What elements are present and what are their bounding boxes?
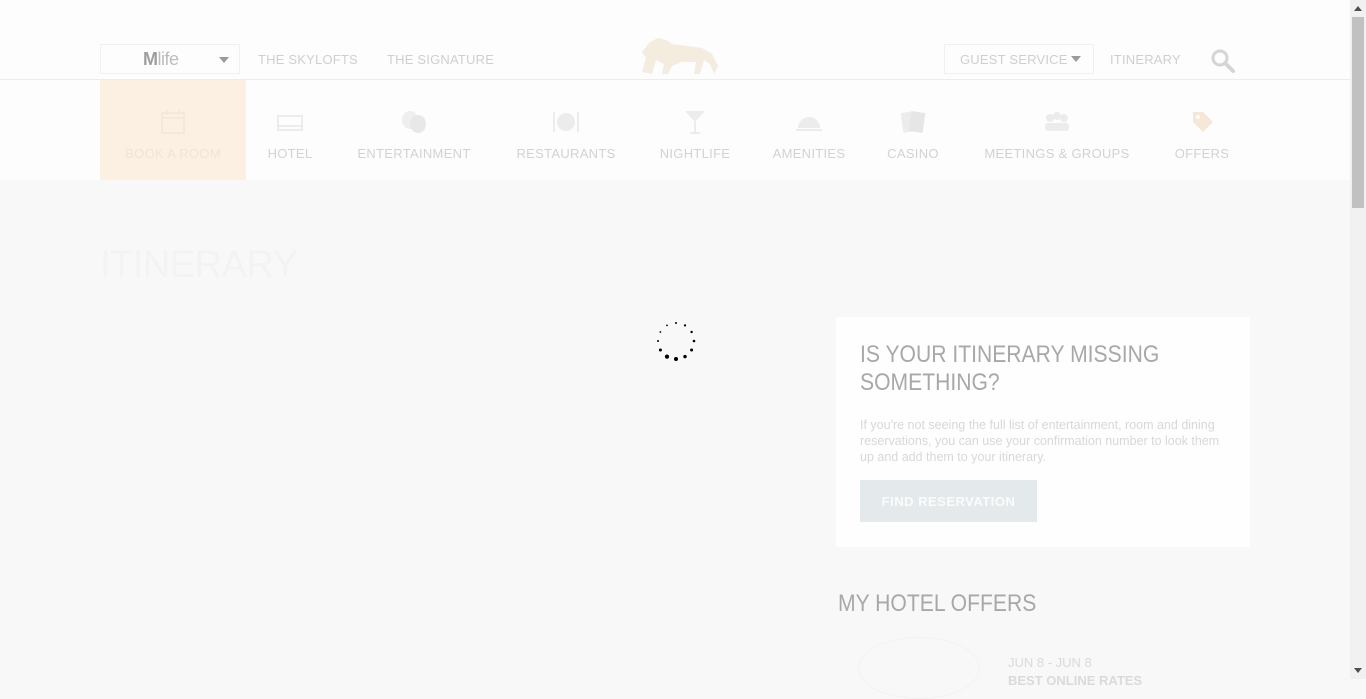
nav-item-offers[interactable]: OFFERS [1170,80,1234,180]
tag-icon [1193,112,1213,132]
nav-label: ENTERTAINMENT [357,146,471,161]
calendar-icon [161,110,185,134]
missing-itinerary-heading: IS YOUR ITINERARY MISSING SOMETHING? [860,341,1160,396]
masks-icon [402,111,426,133]
mlife-brand-select[interactable]: Mlife [100,44,240,74]
cocktail-icon [685,111,705,134]
scroll-down-arrow-icon[interactable] [1354,668,1362,673]
missing-itinerary-body: If you're not seeing the full list of en… [860,418,1220,464]
offer-name[interactable]: BEST ONLINE RATES [1008,673,1142,688]
find-reservation-button[interactable]: FIND RESERVATION [860,480,1037,522]
nav-label: HOTEL [267,146,313,161]
vertical-scrollbar[interactable] [1350,0,1366,679]
offer-dates: JUN 8 - JUN 8 [1008,655,1092,670]
page-title: ITINERARY [100,244,298,286]
nav-item-book-a-room[interactable]: BOOK A ROOM [100,80,246,180]
nav-item-amenities[interactable]: AMENITIES [767,80,851,180]
loading-spinner-icon [657,322,696,361]
nav-label: RESTAURANTS [516,146,616,161]
nav-label: MEETINGS & GROUPS [984,146,1130,161]
mlife-logo: Mlife [143,49,179,69]
service-bell-icon [796,117,822,131]
guest-service-label: GUEST SERVICE [960,52,1068,67]
nav-item-hotel[interactable]: HOTEL [260,80,320,180]
plate-icon [553,112,579,132]
main-nav: BOOK A ROOM HOTEL ENTERTAINMENT RESTAURA… [0,80,1350,180]
search-icon[interactable] [1210,48,1236,74]
mgm-lion-logo[interactable] [632,30,722,78]
nav-item-entertainment[interactable]: ENTERTAINMENT [350,80,478,180]
nav-label: AMENITIES [772,146,846,161]
nav-item-casino[interactable]: CASINO [882,80,944,180]
nav-label: OFFERS [1174,146,1230,161]
nav-label: CASINO [887,146,939,161]
skylofts-link[interactable]: THE SKYLOFTS [258,52,358,67]
nav-label: NIGHTLIFE [659,146,731,161]
nav-item-nightlife[interactable]: NIGHTLIFE [655,80,735,180]
people-icon [1045,112,1069,131]
signature-link[interactable]: THE SIGNATURE [387,52,494,67]
cards-icon [900,111,926,133]
nav-label: BOOK A ROOM [125,146,221,161]
offer-thumbnail[interactable] [858,637,980,699]
scrollbar-thumb[interactable] [1352,17,1364,208]
itinerary-link[interactable]: ITINERARY [1110,52,1181,67]
chevron-down-icon [219,57,229,63]
chevron-down-icon [1071,56,1081,62]
guest-service-dropdown[interactable]: GUEST SERVICE [944,44,1094,74]
bed-icon [277,115,303,131]
nav-item-meetings-groups[interactable]: MEETINGS & GROUPS [976,80,1138,180]
top-header: Mlife THE SKYLOFTS THE SIGNATURE GUEST S… [0,0,1350,80]
nav-item-restaurants[interactable]: RESTAURANTS [510,80,622,180]
hotel-offers-heading: MY HOTEL OFFERS [838,590,1037,617]
scroll-up-arrow-icon[interactable] [1354,6,1362,11]
missing-itinerary-card: IS YOUR ITINERARY MISSING SOMETHING? If … [836,317,1250,547]
